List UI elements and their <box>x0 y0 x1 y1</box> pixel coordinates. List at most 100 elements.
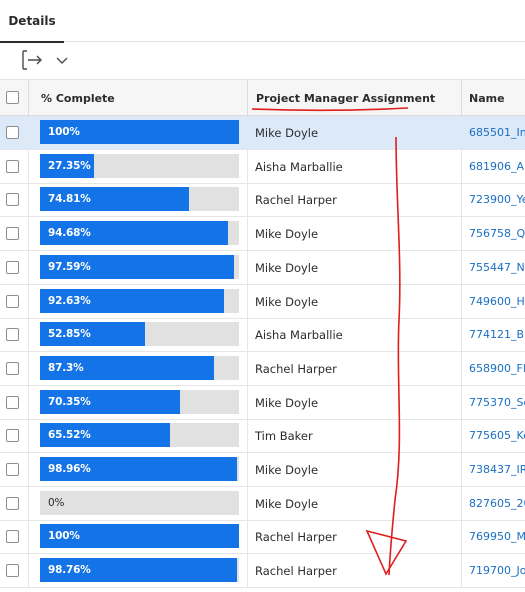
project-manager-cell[interactable]: Aisha Marballie <box>255 150 343 184</box>
column-header-name[interactable]: Name <box>469 80 505 116</box>
cell-divider <box>28 217 29 252</box>
export-icon <box>22 50 42 70</box>
column-divider <box>28 80 29 116</box>
table-row[interactable]: 100% Mike Doyle 685501_Inte <box>0 116 525 150</box>
project-name-link[interactable]: 775370_So <box>469 386 525 420</box>
table-row[interactable]: 87.3% Rachel Harper 658900_Fle <box>0 351 525 386</box>
table-row[interactable]: 0% Mike Doyle 827605_20 <box>0 486 525 521</box>
row-checkbox[interactable] <box>6 328 19 342</box>
cell-divider <box>461 284 462 319</box>
project-name-link[interactable]: 774121_Blac <box>469 318 525 352</box>
cell-divider <box>247 149 248 184</box>
progress-bar: 92.63% <box>40 288 239 313</box>
row-checkbox[interactable] <box>6 395 19 409</box>
project-manager-cell[interactable]: Mike Doyle <box>255 386 318 420</box>
cell-divider <box>247 554 248 589</box>
cell-divider <box>28 318 29 353</box>
cell-divider <box>28 419 29 454</box>
toolbar <box>0 42 525 80</box>
cell-divider <box>247 520 248 555</box>
progress-bar: 74.81% <box>40 187 239 212</box>
project-name-link[interactable]: 658900_Fle <box>469 352 525 386</box>
progress-bar: 87.3% <box>40 355 239 380</box>
project-manager-cell[interactable]: Mike Doyle <box>255 116 318 150</box>
project-manager-cell[interactable]: Rachel Harper <box>255 352 337 386</box>
table-row[interactable]: 65.52% Tim Baker 775605_Ke <box>0 419 525 454</box>
project-manager-cell[interactable]: Rachel Harper <box>255 554 337 588</box>
cell-divider <box>461 419 462 454</box>
cell-divider <box>247 116 248 150</box>
tab-details[interactable]: Details <box>0 0 64 43</box>
row-checkbox[interactable] <box>6 159 19 173</box>
project-manager-cell[interactable]: Mike Doyle <box>255 217 318 251</box>
table-row[interactable]: 92.63% Mike Doyle 749600_Ha <box>0 284 525 319</box>
cell-divider <box>461 183 462 218</box>
table-row[interactable]: 70.35% Mike Doyle 775370_So <box>0 385 525 420</box>
project-name-link[interactable]: 756758_QT <box>469 217 525 251</box>
project-manager-cell[interactable]: Tim Baker <box>255 419 313 453</box>
table-row[interactable]: 94.68% Mike Doyle 756758_QT <box>0 217 525 252</box>
cell-divider <box>461 217 462 252</box>
project-name-link[interactable]: 685501_Inte <box>469 116 525 150</box>
percent-complete-value: 100% <box>48 126 80 138</box>
row-checkbox[interactable] <box>6 193 19 207</box>
project-name-link[interactable]: 738437_IR_ <box>469 453 525 487</box>
project-name-link[interactable]: 775605_Ke <box>469 419 525 453</box>
project-manager-cell[interactable]: Mike Doyle <box>255 487 318 521</box>
tab-details-label: Details <box>8 14 56 28</box>
cell-divider <box>247 419 248 454</box>
cell-divider <box>247 183 248 218</box>
cell-divider <box>247 453 248 487</box>
row-checkbox[interactable] <box>6 361 19 375</box>
progress-bar: 70.35% <box>40 389 239 414</box>
column-header-project-manager[interactable]: Project Manager Assignment <box>256 80 435 116</box>
row-checkbox[interactable] <box>6 564 19 578</box>
percent-complete-value: 65.52% <box>48 429 91 442</box>
row-checkbox[interactable] <box>6 530 19 544</box>
percent-complete-value: 97.59% <box>48 260 91 273</box>
project-name-link[interactable]: 723900_Ye <box>469 183 525 217</box>
percent-complete-value: 98.96% <box>48 463 91 475</box>
row-checkbox[interactable] <box>6 227 19 241</box>
percent-complete-value: 0% <box>48 496 65 509</box>
project-manager-cell[interactable]: Rachel Harper <box>255 183 337 217</box>
cell-divider <box>247 284 248 319</box>
project-name-link[interactable]: 749600_Ha <box>469 285 525 319</box>
row-checkbox[interactable] <box>6 294 19 308</box>
row-checkbox[interactable] <box>6 496 19 510</box>
project-manager-cell[interactable]: Mike Doyle <box>255 251 318 285</box>
table-row[interactable]: 100% Rachel Harper 769950_MA <box>0 520 525 555</box>
export-dropdown-button[interactable] <box>54 52 70 68</box>
table-row[interactable]: 74.81% Rachel Harper 723900_Ye <box>0 183 525 218</box>
progress-bar: 27.35% <box>40 153 239 178</box>
cell-divider <box>461 351 462 386</box>
cell-divider <box>28 385 29 420</box>
project-manager-cell[interactable]: Mike Doyle <box>255 285 318 319</box>
table-row[interactable]: 97.59% Mike Doyle 755447_NL <box>0 250 525 285</box>
table-row[interactable]: 27.35% Aisha Marballie 681906_All <box>0 149 525 184</box>
column-header-percent-complete[interactable]: % Complete <box>41 80 115 116</box>
project-name-link[interactable]: 681906_All <box>469 150 525 184</box>
cell-divider <box>247 318 248 353</box>
row-checkbox[interactable] <box>6 463 19 476</box>
export-button[interactable] <box>20 49 44 71</box>
row-checkbox[interactable] <box>6 260 19 274</box>
cell-divider <box>461 486 462 521</box>
project-name-link[interactable]: 827605_20 <box>469 487 525 521</box>
row-checkbox[interactable] <box>6 126 19 139</box>
project-manager-cell[interactable]: Rachel Harper <box>255 520 337 554</box>
cell-divider <box>247 486 248 521</box>
table-row[interactable]: 52.85% Aisha Marballie 774121_Blac <box>0 318 525 353</box>
table-row[interactable]: 98.96% Mike Doyle 738437_IR_ <box>0 453 525 487</box>
progress-bar: 52.85% <box>40 322 239 347</box>
project-name-link[interactable]: 769950_MA <box>469 520 525 554</box>
percent-complete-value: 87.3% <box>48 361 84 374</box>
project-name-link[interactable]: 719700_Job <box>469 554 525 588</box>
percent-complete-value: 27.35% <box>48 159 91 172</box>
table-row[interactable]: 98.76% Rachel Harper 719700_Job <box>0 554 525 589</box>
project-name-link[interactable]: 755447_NL <box>469 251 525 285</box>
project-manager-cell[interactable]: Mike Doyle <box>255 453 318 487</box>
project-manager-cell[interactable]: Aisha Marballie <box>255 318 343 352</box>
select-all-checkbox[interactable] <box>6 91 19 104</box>
row-checkbox[interactable] <box>6 429 19 443</box>
